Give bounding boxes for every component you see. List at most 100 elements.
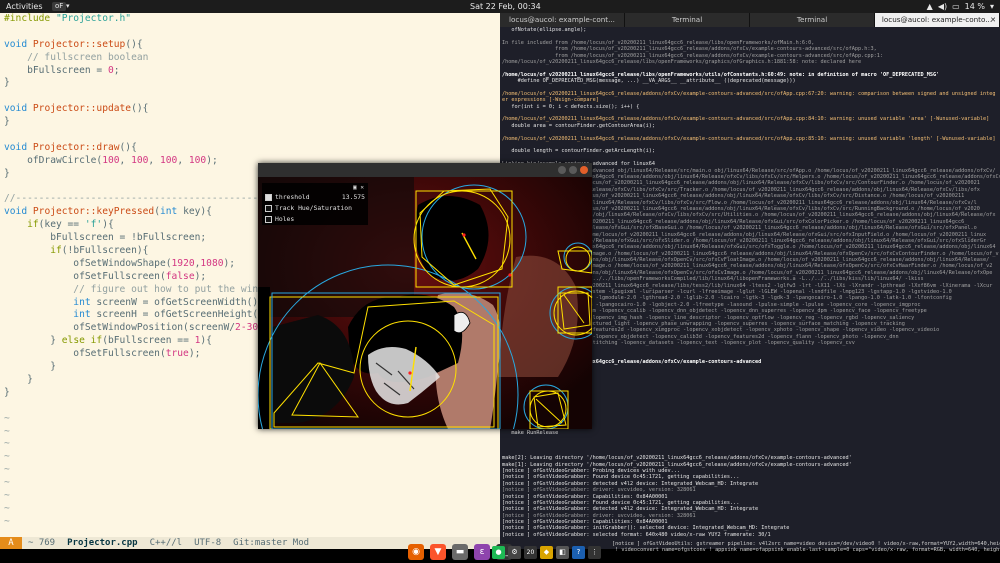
- system-tray[interactable]: ▲ ◀) ▭ 14 % ▾: [927, 0, 994, 13]
- code-line[interactable]: [0, 90, 500, 103]
- code-token: Projector::update: [32, 103, 132, 115]
- clock[interactable]: Sat 22 Feb, 00:34: [470, 0, 541, 13]
- code-token: ~: [4, 451, 10, 463]
- code-token: void: [4, 103, 33, 115]
- code-token: true: [165, 348, 189, 360]
- code-token: 100: [159, 154, 178, 166]
- code-token: void: [4, 141, 33, 153]
- code-line[interactable]: #include "Projector.h": [0, 13, 500, 26]
- spotify-icon[interactable]: ●: [492, 545, 505, 559]
- file-name: Projector.cpp: [67, 538, 138, 548]
- chevron-down-icon[interactable]: ▾: [66, 0, 70, 13]
- terminal-tab[interactable]: locus@aucol: example-cont...: [500, 13, 625, 27]
- red-marker-3: [408, 371, 412, 375]
- line-info: ~ 769: [28, 538, 56, 548]
- code-token: int: [159, 206, 184, 218]
- maximize-icon[interactable]: [569, 166, 577, 174]
- terminal-tab-label: Terminal: [796, 15, 828, 24]
- battery-percent: 14 %: [964, 2, 985, 11]
- code-token: ofDrawCircle(: [4, 154, 103, 166]
- code-line[interactable]: void Projector::update(){: [0, 103, 500, 116]
- activities-button[interactable]: Activities: [6, 0, 43, 13]
- code-token: Projector::setup: [32, 38, 126, 50]
- code-line[interactable]: ~: [0, 477, 500, 490]
- code-token: ~: [4, 464, 10, 476]
- code-token: key){: [183, 206, 212, 218]
- code-token: (bFullscreen ==: [102, 335, 195, 347]
- settings-icon[interactable]: ⚙: [508, 545, 521, 559]
- minimize-icon[interactable]: [558, 166, 566, 174]
- code-line[interactable]: [0, 26, 500, 39]
- code-line[interactable]: }: [0, 77, 500, 90]
- left-black-strip: [258, 287, 270, 429]
- code-token: (!bFullscreen){: [61, 245, 149, 257]
- code-token: ~: [4, 438, 10, 450]
- code-token: bFullscreen =: [4, 64, 108, 76]
- code-line[interactable]: ~: [0, 438, 500, 451]
- files-icon[interactable]: ▬: [452, 544, 468, 560]
- code-line[interactable]: ~: [0, 451, 500, 464]
- code-token: ){: [200, 335, 212, 347]
- close-icon[interactable]: [580, 166, 588, 174]
- code-token: ~: [4, 502, 10, 514]
- code-line[interactable]: [0, 129, 500, 142]
- terminal-line: /home/locus/of_v20200211_linux64gcc6_rel…: [502, 116, 990, 123]
- code-line[interactable]: void Projector::setup(){: [0, 39, 500, 52]
- code-token: ){: [102, 219, 114, 231]
- code-token: Projector::draw: [32, 141, 120, 153]
- code-token: ofSetWindowPosition(screenW/: [4, 322, 236, 334]
- file-type: C++//l: [149, 538, 183, 548]
- code-token: }: [4, 116, 10, 128]
- code-token: ~: [4, 515, 10, 527]
- app-menu-badge[interactable]: oF: [52, 2, 67, 11]
- terminal-tab[interactable]: Terminal: [750, 13, 875, 27]
- red-marker-1: [462, 233, 466, 237]
- code-line[interactable]: bFullscreen = 0;: [0, 65, 500, 78]
- gui-panel[interactable]: ▣ ✕ threshold 13.575 Track Hue/Saturatio…: [262, 183, 368, 225]
- code-token: #include: [4, 13, 56, 24]
- app-icon[interactable]: ◆: [540, 545, 553, 559]
- code-line[interactable]: ~: [0, 516, 500, 529]
- show-apps-icon[interactable]: ⋮: [588, 545, 601, 559]
- code-line[interactable]: // fullscreen boolean: [0, 52, 500, 65]
- software-icon[interactable]: ◧: [556, 545, 569, 559]
- checkbox-icon[interactable]: [265, 215, 272, 223]
- volume-icon: ◀): [937, 2, 948, 11]
- code-token: // fullscreen boolean: [4, 51, 149, 63]
- code-token: // figure out how to put the wind: [4, 283, 264, 295]
- code-line[interactable]: ~: [0, 464, 500, 477]
- help-icon[interactable]: ?: [572, 545, 585, 559]
- checkbox-icon[interactable]: [265, 204, 272, 212]
- track-hue-toggle[interactable]: Track Hue/Saturation: [265, 203, 352, 213]
- code-line[interactable]: }: [0, 116, 500, 129]
- emacs-icon[interactable]: ε: [474, 544, 490, 560]
- code-token: );: [223, 257, 236, 269]
- code-token: );: [188, 348, 201, 360]
- code-token: (key ==: [38, 219, 85, 231]
- code-token: int: [4, 309, 97, 321]
- code-line[interactable]: ~: [0, 490, 500, 503]
- terminal-tab[interactable]: locus@aucol: example-conto... ✕: [875, 13, 1000, 27]
- head-contour-blob: [414, 196, 489, 281]
- code-token: (){: [125, 38, 143, 50]
- code-token: );: [194, 270, 207, 282]
- code-token: (){: [131, 103, 149, 115]
- code-line[interactable]: ~: [0, 503, 500, 516]
- holes-toggle[interactable]: Holes: [265, 214, 294, 224]
- threshold-slider[interactable]: threshold: [265, 192, 310, 202]
- code-token: }: [4, 373, 33, 385]
- terminal-tab[interactable]: Terminal: [625, 13, 750, 27]
- code-line[interactable]: void Projector::draw(){: [0, 142, 500, 155]
- threshold-label: threshold: [275, 193, 310, 201]
- code-token: }: [4, 386, 10, 398]
- code-token: 100: [188, 154, 207, 166]
- terminal-line: /home/locus/of_v20200211_linux64gcc6_rel…: [502, 135, 996, 142]
- code-token: );: [206, 154, 218, 166]
- code-token: ofSetFullscreen(: [4, 348, 166, 360]
- code-token: void: [4, 38, 33, 50]
- brave-icon[interactable]: ▼: [430, 544, 446, 560]
- app-window-titlebar[interactable]: [258, 163, 592, 177]
- network-icon: ▲: [926, 2, 933, 11]
- firefox-icon[interactable]: ◉: [408, 544, 424, 560]
- close-tab-icon[interactable]: ✕: [990, 13, 996, 27]
